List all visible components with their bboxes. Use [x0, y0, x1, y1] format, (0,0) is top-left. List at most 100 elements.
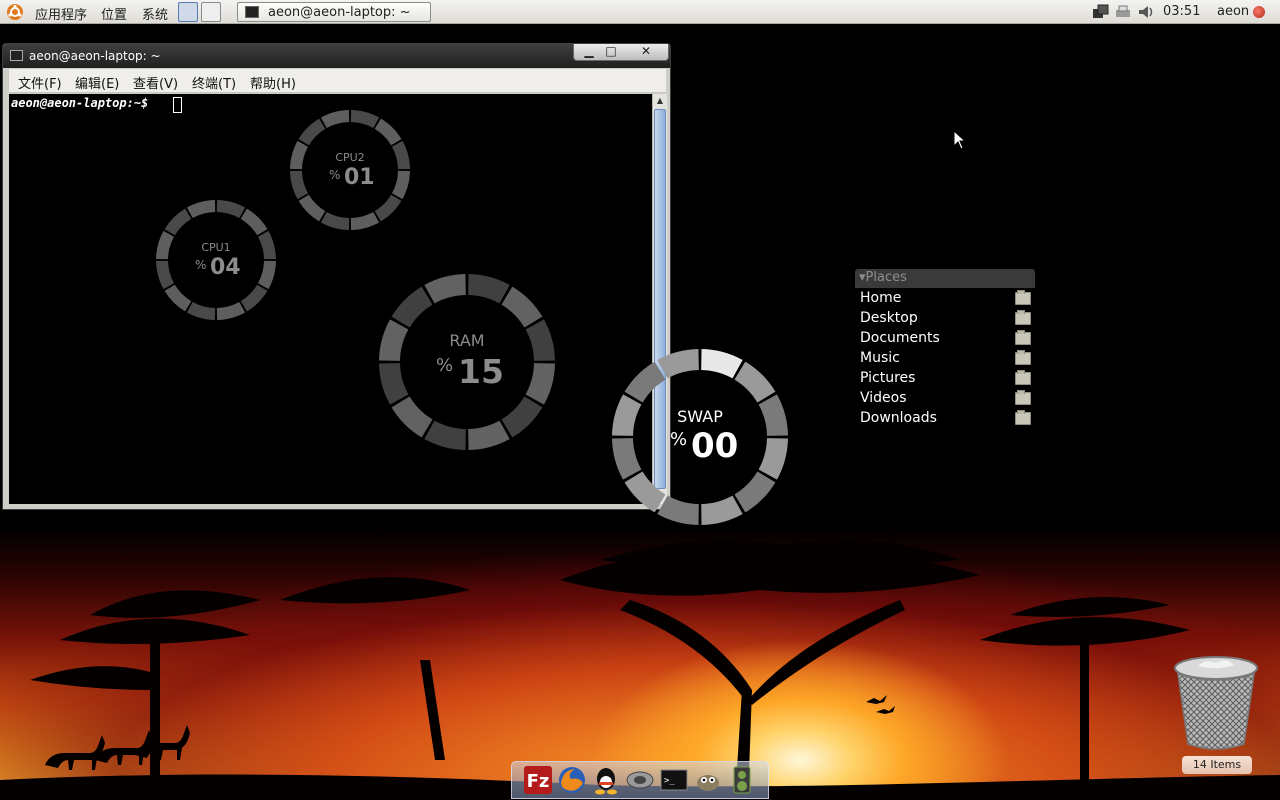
cpu2-label: CPU2: [335, 151, 365, 164]
terminal-icon: [10, 50, 23, 61]
trash-count-badge: 14 Items: [1182, 756, 1252, 774]
trash-icon[interactable]: [1170, 652, 1262, 752]
gimp-icon[interactable]: [693, 765, 723, 795]
gauge-segment: [734, 471, 776, 513]
gauge-segment: [186, 301, 216, 320]
gauge-segment: [298, 118, 326, 146]
user-switcher[interactable]: aeon: [1217, 4, 1249, 19]
firefox-icon[interactable]: [557, 765, 587, 795]
place-home[interactable]: Home: [855, 288, 1035, 308]
gauge-segment: [657, 349, 699, 379]
network-icon[interactable]: [1092, 3, 1110, 21]
place-music[interactable]: Music: [855, 348, 1035, 368]
gauge-segment: [216, 301, 246, 320]
folder-icon: [1015, 350, 1031, 365]
gauge-segment: [612, 438, 642, 480]
gauge-segment: [701, 349, 743, 379]
ubuntu-logo-icon[interactable]: [6, 3, 24, 21]
gauge-segment: [391, 286, 433, 328]
printer-icon[interactable]: [1114, 3, 1132, 21]
close-button[interactable]: ✕: [630, 44, 662, 60]
gauge-segment: [379, 363, 409, 405]
maximize-button[interactable]: □: [600, 44, 622, 60]
network-icon[interactable]: [625, 765, 655, 795]
folder-icon: [1015, 390, 1031, 405]
window-titlebar[interactable]: aeon@aeon-laptop: ~ ▁ □ ✕: [3, 44, 670, 68]
gauge-segment: [525, 363, 555, 405]
gauge-segment: [320, 211, 350, 230]
place-videos[interactable]: Videos: [855, 388, 1035, 408]
folder-icon: [1015, 330, 1031, 345]
text-cursor: [173, 97, 182, 113]
place-desktop[interactable]: Desktop: [855, 308, 1035, 328]
taskbar-label: aeon@aeon-laptop: ~: [268, 5, 411, 20]
gauge-segment: [186, 200, 216, 219]
folder-icon: [1015, 370, 1031, 385]
mouse-pointer-icon: [953, 130, 967, 150]
filezilla-icon[interactable]: Fz: [523, 765, 553, 795]
terminal-menubar: 文件(F) 编辑(E) 查看(V) 终端(T) 帮助(H): [9, 69, 666, 93]
cpu2-percent-sign: %: [329, 168, 341, 182]
gauge-segment: [468, 420, 510, 450]
gauge-segment: [240, 284, 268, 312]
menu-applications[interactable]: 应用程序: [35, 4, 87, 23]
shutdown-icon[interactable]: [1253, 6, 1265, 18]
cpu1-label: CPU1: [201, 241, 231, 254]
window-title: aeon@aeon-laptop: ~: [29, 49, 161, 63]
menu-terminal[interactable]: 终端(T): [192, 73, 236, 92]
window-controls: ▁ □ ✕: [573, 44, 669, 61]
place-downloads[interactable]: Downloads: [855, 408, 1035, 428]
cpu2-gauge: CPU2 % 01: [280, 100, 420, 240]
ram-value: 15: [458, 352, 504, 391]
clock[interactable]: 03:51: [1163, 4, 1200, 19]
swap-label: SWAP: [677, 407, 723, 426]
gauge-segment: [701, 495, 743, 525]
folder-icon: [1015, 410, 1031, 425]
speaker-icon[interactable]: [727, 765, 757, 795]
gauge-segment: [468, 274, 510, 304]
gauge-segment: [350, 110, 380, 129]
shell-prompt: aeon@aeon-laptop:~$: [11, 96, 156, 110]
menu-system[interactable]: 系统: [142, 4, 168, 23]
dock: Fz >_: [511, 761, 769, 799]
trash[interactable]: 14 Items: [1170, 652, 1262, 774]
launcher-icon[interactable]: [201, 2, 221, 22]
qq-icon[interactable]: [591, 765, 621, 795]
place-documents[interactable]: Documents: [855, 328, 1035, 348]
gauge-segment: [320, 110, 350, 129]
taskbar-terminal-button[interactable]: aeon@aeon-laptop: ~: [237, 2, 431, 22]
gauge-segment: [298, 194, 326, 222]
gauge-segment: [374, 194, 402, 222]
scroll-up-icon[interactable]: ▲: [653, 94, 667, 108]
gauge-segment: [290, 170, 309, 200]
menu-places[interactable]: 位置: [101, 4, 127, 23]
ram-label: RAM: [449, 331, 485, 350]
gauge-segment: [657, 495, 699, 525]
volume-icon[interactable]: [1137, 3, 1155, 21]
top-panel: 应用程序 位置 系统 aeon@aeon-laptop: ~ 03:51 aeo…: [0, 0, 1280, 24]
folder-icon: [1015, 290, 1031, 305]
gauge-segment: [156, 260, 175, 290]
cpu1-gauge: CPU1 % 04: [146, 190, 286, 330]
terminal-icon[interactable]: >_: [659, 765, 689, 795]
cpu2-value: 01: [344, 165, 375, 190]
gauge-segment: [391, 396, 433, 438]
places-header[interactable]: ▾Places: [855, 269, 1035, 288]
menu-help[interactable]: 帮助(H): [250, 73, 296, 92]
gauge-segment: [257, 260, 276, 290]
menu-file[interactable]: 文件(F): [18, 73, 62, 92]
gauge-segment: [501, 396, 543, 438]
place-pictures[interactable]: Pictures: [855, 368, 1035, 388]
gauge-segment: [424, 274, 466, 304]
gauge-segment: [391, 170, 410, 200]
show-desktop-icon[interactable]: [178, 2, 198, 22]
ram-percent-sign: %: [436, 355, 454, 376]
gauge-segment: [501, 286, 543, 328]
menu-edit[interactable]: 编辑(E): [75, 73, 119, 92]
gauge-segment: [216, 200, 246, 219]
places-widget: ▾Places Home Desktop Documents Music Pic…: [855, 269, 1035, 428]
menu-view[interactable]: 查看(V): [133, 73, 178, 92]
svg-text:>_: >_: [664, 776, 675, 786]
gauge-segment: [350, 211, 380, 230]
minimize-button[interactable]: ▁: [578, 44, 600, 60]
